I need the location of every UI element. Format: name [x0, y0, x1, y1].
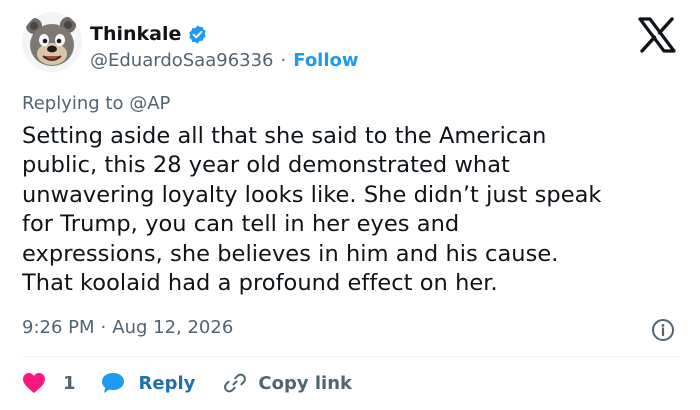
reply-context-mention[interactable]: @AP — [129, 93, 170, 114]
copy-link-label: Copy link — [258, 372, 352, 394]
follow-button[interactable]: Follow — [293, 50, 358, 71]
tweet-timestamp[interactable]: 9:26 PM · Aug 12, 2026 — [22, 317, 233, 338]
author-handle-row: @EduardoSaa96336 · Follow — [90, 48, 359, 72]
tweet-text-line: public, this 28 year old demonstrated wh… — [22, 152, 510, 179]
separator-dot: · — [100, 317, 107, 338]
heart-icon — [23, 373, 45, 393]
tweet-card: Thinkale @EduardoSaa96336 · Follow Reply… — [0, 0, 700, 410]
author-handle[interactable]: @EduardoSaa96336 — [90, 50, 274, 71]
tweet-text-line: That koolaid had a profound effect on he… — [22, 270, 498, 297]
action-bar: 1 Reply Copy link — [22, 369, 352, 397]
like-count: 1 — [63, 372, 76, 394]
bear-avatar-icon — [22, 12, 82, 72]
like-button[interactable]: 1 — [22, 372, 76, 394]
reply-label: Reply — [138, 372, 196, 394]
tweet-text-line: Setting aside all that she said to the A… — [22, 123, 547, 149]
tweet-text-line: unwavering loyalty looks like. She didn’… — [22, 181, 602, 208]
tweet-text-line: expressions, she believes in him and his… — [22, 240, 559, 267]
copy-link-button[interactable]: Copy link — [223, 371, 352, 395]
separator-dot: · — [280, 49, 287, 71]
tweet-text-line: for Trump, you can tell in her eyes and — [22, 211, 460, 238]
info-icon[interactable] — [651, 318, 675, 342]
tweet-time: 9:26 PM — [22, 317, 95, 338]
reply-context: Replying to @AP — [22, 93, 170, 114]
x-logo-icon[interactable] — [637, 17, 677, 53]
tweet-text: Setting aside all that she said to the A… — [22, 122, 692, 298]
speech-bubble-icon — [101, 373, 124, 393]
reply-context-prefix: Replying to — [22, 93, 124, 114]
verified-badge-icon — [189, 24, 207, 44]
author-name-row: Thinkale — [90, 20, 208, 48]
tweet-date: Aug 12, 2026 — [112, 317, 234, 338]
avatar[interactable] — [22, 12, 82, 72]
divider — [22, 356, 678, 357]
link-icon — [224, 373, 247, 393]
author-name[interactable]: Thinkale — [90, 23, 181, 45]
reply-button[interactable]: Reply — [100, 371, 196, 395]
